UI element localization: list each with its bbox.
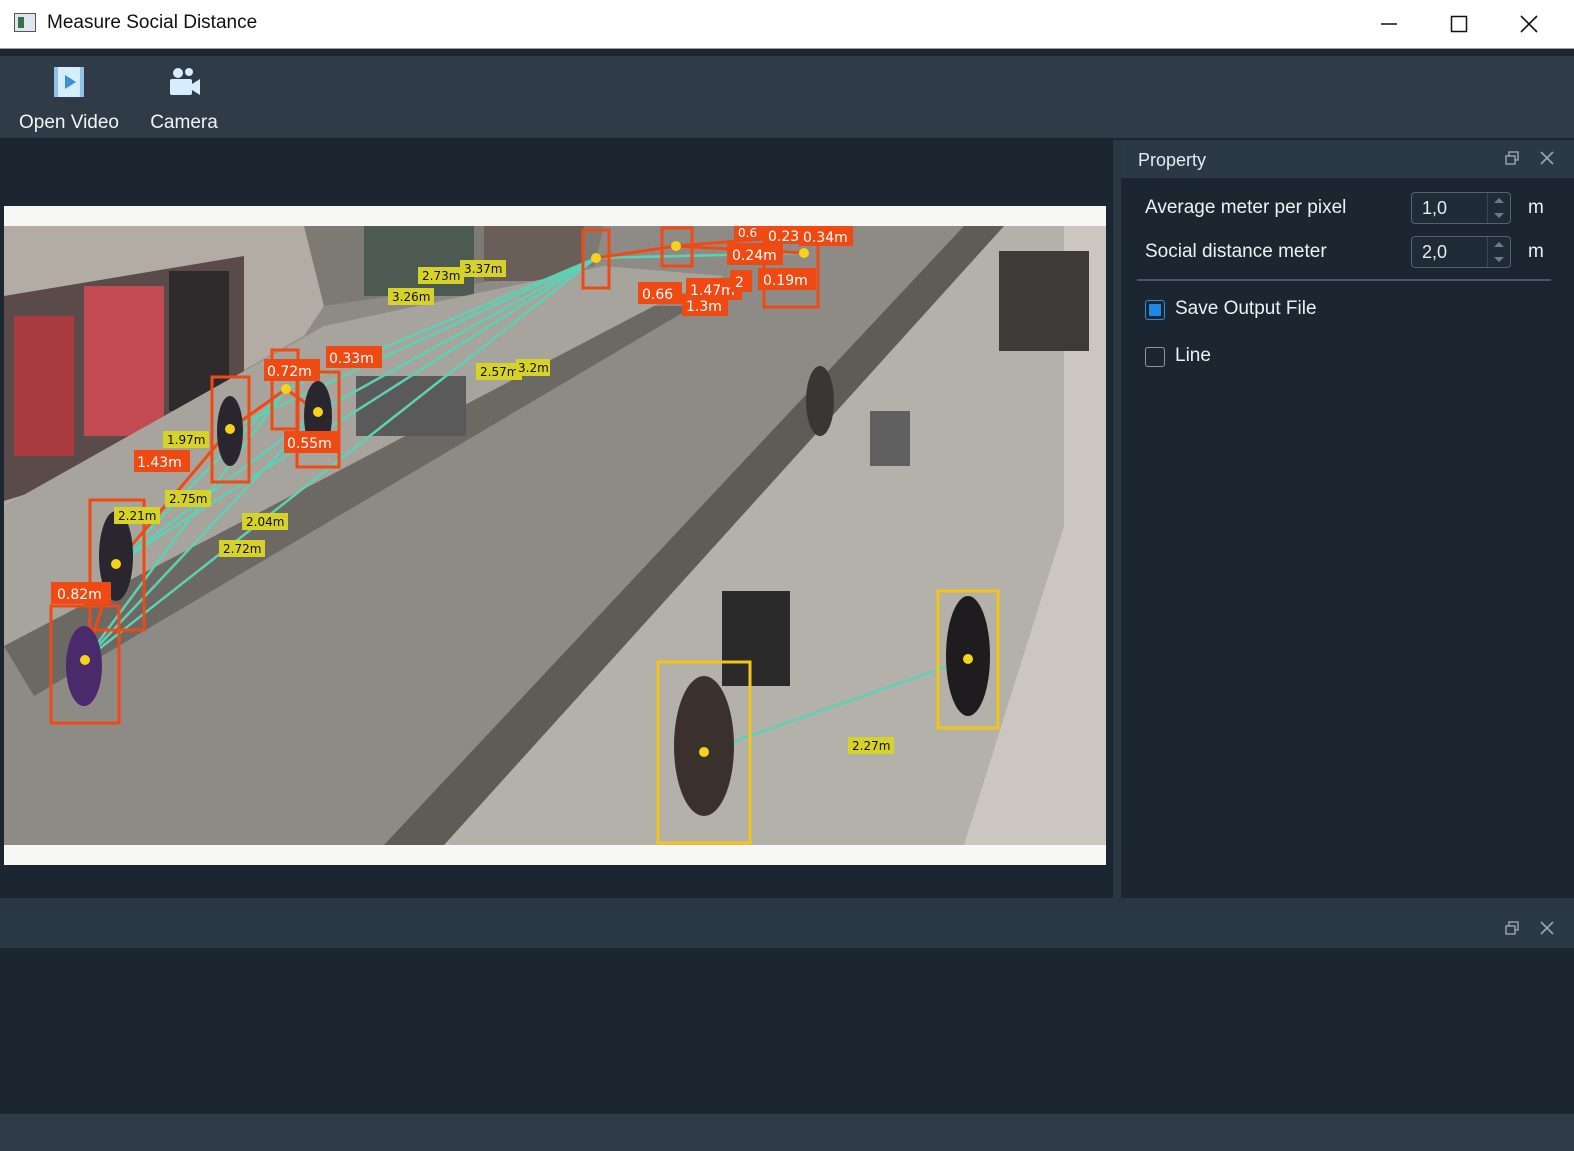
divider — [1137, 279, 1551, 281]
float-icon[interactable] — [1503, 920, 1521, 938]
title-bar: Measure Social Distance — [0, 0, 1574, 49]
bottom-panel-header — [0, 910, 1574, 948]
distance-label: 2.72m — [223, 542, 261, 556]
avg-meter-value[interactable]: 1,0 — [1422, 198, 1447, 219]
save-output-label[interactable]: Save Output File — [1175, 298, 1317, 320]
distance-label: 2.21m — [118, 509, 156, 523]
video-camera-icon — [170, 68, 200, 95]
social-distance-label: Social distance meter — [1145, 241, 1327, 262]
open-video-label: Open Video — [18, 112, 119, 133]
distance-label: 1.97m — [167, 433, 205, 447]
minimize-button[interactable] — [1354, 0, 1424, 48]
distance-label: 3.2m — [518, 361, 549, 375]
step-up-icon[interactable] — [1494, 198, 1504, 203]
open-video-button[interactable]: Open Video — [14, 64, 124, 134]
avg-meter-unit: m — [1528, 197, 1544, 218]
violation-label: 1.47m — [690, 283, 735, 299]
violation-label: 0.72m — [267, 364, 312, 380]
distance-label: 3.37m — [464, 262, 502, 276]
close-panel-icon[interactable] — [1538, 920, 1556, 938]
avg-meter-stepper[interactable] — [1487, 193, 1510, 223]
camera-button[interactable]: Camera — [144, 64, 224, 134]
avg-meter-label: Average meter per pixel — [1145, 197, 1347, 218]
social-distance-value[interactable]: 2,0 — [1422, 242, 1447, 263]
window-title: Measure Social Distance — [47, 12, 258, 33]
distance-label: 3.26m — [392, 290, 430, 304]
social-distance-stepper[interactable] — [1487, 237, 1510, 267]
violation-label: 0.34m — [803, 230, 848, 246]
distance-label: 2.27m — [852, 739, 890, 753]
violation-label: 0.33m — [329, 351, 374, 367]
save-output-checkbox[interactable] — [1145, 300, 1165, 320]
float-icon[interactable] — [1503, 150, 1521, 168]
video-letterbox-top — [4, 206, 1106, 226]
distance-label: 2.73m — [422, 269, 460, 283]
vertical-splitter[interactable] — [1113, 140, 1121, 898]
avg-meter-spinbox[interactable]: 1,0 — [1411, 192, 1511, 224]
property-panel-header: Property — [1121, 140, 1574, 178]
violation-label: 0.82m — [57, 587, 102, 603]
property-panel-title: Property — [1138, 150, 1207, 170]
step-down-icon[interactable] — [1494, 213, 1504, 218]
camera-label: Camera — [150, 112, 218, 133]
property-panel: Property Average meter per pixel 1,0 m S… — [1121, 140, 1574, 898]
video-scene: 0.82m 1.43m 0.72m 0.33m 0.55m 0.66 1.3m … — [4, 226, 1106, 845]
violation-label: 0.6 — [738, 226, 757, 240]
maximize-button[interactable] — [1424, 0, 1494, 48]
distance-label: 2.04m — [246, 515, 284, 529]
distance-label: 2.75m — [169, 492, 207, 506]
social-distance-unit: m — [1528, 241, 1544, 262]
video-letterbox-bottom — [4, 845, 1106, 865]
violation-label: 0.19m — [763, 273, 808, 289]
video-frame: 0.82m 1.43m 0.72m 0.33m 0.55m 0.66 1.3m … — [4, 226, 1106, 845]
video-file-icon — [54, 67, 84, 97]
line-checkbox[interactable] — [1145, 347, 1165, 367]
violation-label: 1.43m — [137, 455, 182, 471]
close-button[interactable] — [1494, 0, 1564, 48]
step-down-icon[interactable] — [1494, 257, 1504, 262]
app-icon — [14, 13, 36, 32]
step-up-icon[interactable] — [1494, 242, 1504, 247]
minimize-icon — [1381, 23, 1397, 25]
close-icon — [1520, 15, 1538, 33]
violation-label: 2 — [735, 275, 744, 291]
social-distance-spinbox[interactable]: 2,0 — [1411, 236, 1511, 268]
violation-label: 0.55m — [287, 436, 332, 452]
violation-label: 0.24m — [732, 248, 777, 264]
maximize-icon — [1450, 15, 1468, 33]
status-bar — [0, 1114, 1574, 1151]
violation-label: 0.66 — [642, 287, 673, 303]
violation-label: 0.23 — [768, 229, 799, 245]
toolbar: Open Video Camera — [0, 56, 1574, 138]
violation-label: 1.3m — [686, 299, 722, 315]
distance-label: 2.57m — [480, 365, 518, 379]
bottom-panel — [0, 948, 1574, 1114]
line-label[interactable]: Line — [1175, 345, 1211, 367]
close-panel-icon[interactable] — [1538, 150, 1556, 168]
horizontal-splitter[interactable] — [0, 898, 1574, 910]
